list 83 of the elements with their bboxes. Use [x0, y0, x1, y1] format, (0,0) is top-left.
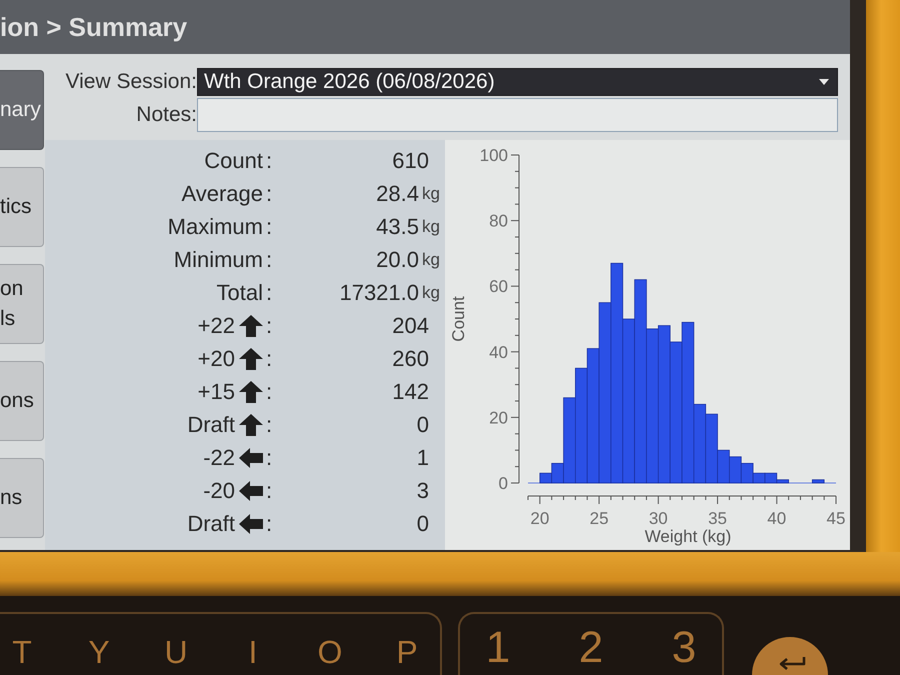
sidebar-tab[interactable]: on ls: [0, 264, 44, 344]
label-colon: :: [264, 214, 274, 240]
label-colon: :: [264, 246, 274, 272]
label-colon: :: [264, 444, 274, 470]
label-colon: :: [264, 346, 274, 372]
axis-tick-label: 60: [489, 277, 508, 296]
axis-tick-label: 0: [498, 474, 508, 493]
stat-value: 3: [416, 478, 430, 504]
arrow-up-icon: [239, 314, 263, 336]
stat-label: +15: [198, 378, 235, 404]
keypad-key[interactable]: O: [312, 636, 348, 675]
stat-value: 28.4: [375, 180, 419, 206]
stat-value: 610: [391, 148, 430, 174]
stat-value: 43.5: [375, 214, 419, 240]
sidebar-tab[interactable]: tics: [0, 167, 44, 247]
stat-label: Draft: [187, 510, 235, 536]
axis-title: Weight (kg): [644, 527, 732, 546]
breadcrumb-title: ion > Summary: [0, 12, 188, 42]
keypad-key[interactable]: 1: [478, 626, 518, 675]
label-colon: :: [264, 478, 274, 504]
field-label: Notes:: [135, 103, 197, 127]
stat-label: Average: [181, 180, 263, 206]
field-label: View Session:: [64, 70, 197, 94]
stat-label: Minimum: [174, 246, 263, 272]
arrow-up-icon: [239, 380, 263, 402]
axis-tick-label: 45: [826, 509, 846, 528]
stat-value: 142: [391, 378, 430, 404]
unit-label: kg: [421, 250, 441, 270]
stat-label: -20: [203, 478, 235, 504]
stat-value: 1: [416, 444, 430, 470]
keypad-key[interactable]: Y: [81, 636, 117, 675]
axis-tick-label: 20: [530, 509, 550, 528]
arrow-up-icon: [239, 348, 263, 370]
keypad-key[interactable]: U: [158, 636, 194, 675]
keypad-key[interactable]: 2: [571, 626, 611, 675]
session-dropdown[interactable]: Wth Orange 2026 (06/08/2026): [197, 68, 838, 96]
label-colon: :: [264, 510, 274, 536]
stat-label: Total: [216, 280, 263, 306]
arrow-left-icon: [239, 480, 263, 500]
stat-value: 0: [416, 510, 430, 536]
unit-label: kg: [421, 184, 441, 204]
label-colon: :: [264, 378, 274, 404]
label-colon: :: [264, 180, 274, 206]
label-colon: :: [264, 412, 274, 438]
keypad-key[interactable]: 3: [664, 626, 704, 675]
arrow-left-icon: [239, 448, 263, 468]
label-colon: :: [264, 148, 274, 174]
keypad-key[interactable]: T: [4, 636, 40, 675]
stat-label: Maximum: [168, 214, 263, 240]
stat-label: +20: [198, 346, 235, 372]
sidebar-tab[interactable]: nary: [0, 70, 44, 150]
axis-tick-label: 80: [489, 212, 508, 231]
stat-value: 0: [416, 412, 430, 438]
axis-tick-label: 40: [489, 342, 508, 362]
sidebar-tab[interactable]: ons: [0, 361, 44, 441]
axis-tick-label: 20: [489, 408, 508, 428]
notes-field[interactable]: [197, 98, 838, 132]
keypad-key[interactable]: I: [235, 636, 271, 675]
arrow-up-icon: [239, 414, 263, 436]
axis-tick-label: 35: [708, 509, 727, 528]
axis-tick-label: 30: [648, 509, 668, 528]
label-colon: :: [264, 280, 274, 306]
sidebar-tab[interactable]: ns: [0, 458, 44, 538]
axis-tick-label: 40: [767, 509, 786, 528]
unit-label: kg: [421, 216, 441, 236]
axis-tick-label: 25: [590, 509, 609, 528]
stat-label: Count: [204, 148, 263, 174]
stat-label: +22: [198, 312, 235, 338]
stat-value: 260: [391, 346, 430, 372]
histogram-bar: [729, 456, 742, 484]
unit-label: kg: [421, 282, 441, 302]
axis-tick-label: 100: [480, 146, 508, 165]
stat-value: 20.0: [375, 246, 419, 272]
histogram-bar: [812, 479, 824, 484]
keypad-key[interactable]: P: [389, 636, 425, 675]
stat-value: 17321.0: [338, 280, 419, 306]
stat-label: -22: [203, 444, 235, 470]
axis-title: Count: [449, 296, 468, 342]
arrow-left-icon: [239, 514, 263, 534]
stat-label: Draft: [187, 412, 235, 438]
dropdown-caret-icon: [819, 79, 829, 85]
stat-value: 204: [391, 312, 430, 338]
label-colon: :: [264, 312, 274, 338]
